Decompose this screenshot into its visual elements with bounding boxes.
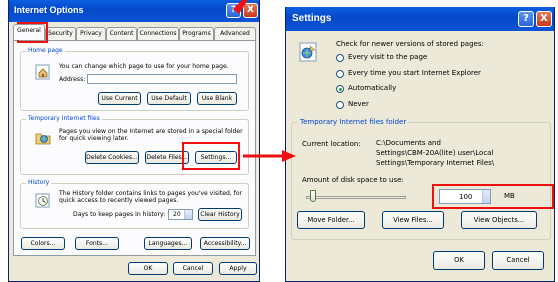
arrow-icon (243, 150, 296, 162)
tab-general[interactable]: General (13, 24, 45, 40)
annotation-overlay (233, 0, 296, 162)
corner-arrow-icon (233, 0, 248, 14)
